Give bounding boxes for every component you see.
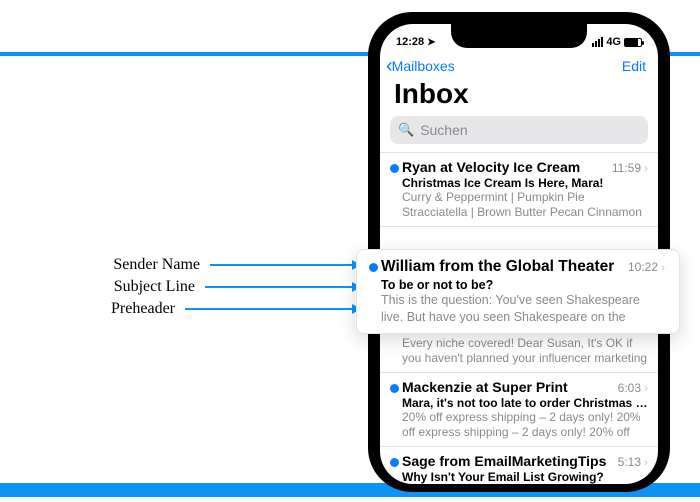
preheader-label: This is the question: You've seen Shakes… — [381, 292, 665, 323]
chevron-right-icon: › — [661, 260, 665, 274]
chevron-right-icon: › — [644, 161, 648, 175]
list-item[interactable]: Ryan at Velocity Ice Cream 11:59 › Chris… — [380, 152, 658, 226]
signal-icon — [592, 37, 603, 47]
back-label: Mailboxes — [392, 58, 455, 74]
subject-label: Why Isn't Your Email List Growing? — [402, 470, 648, 484]
chevron-right-icon: › — [644, 381, 648, 395]
back-button[interactable]: ‹ Mailboxes — [386, 58, 455, 74]
preheader-label: Every niche covered! Dear Susan, It's OK… — [402, 336, 648, 366]
unread-dot-icon — [390, 164, 399, 173]
chevron-right-icon: › — [644, 455, 648, 469]
highlighted-message-card[interactable]: William from the Global Theater 10:22 › … — [356, 249, 680, 334]
arrow-icon — [210, 264, 360, 266]
search-icon: 🔍 — [398, 122, 414, 138]
unread-dot-icon — [369, 263, 378, 272]
list-item[interactable]: Mackenzie at Super Print 6:03 › Mara, it… — [380, 372, 658, 446]
time-label: 10:22 — [628, 260, 658, 274]
annotation-sender-label: Sender Name — [113, 256, 200, 274]
unread-dot-icon — [390, 458, 399, 467]
time-label: 5:13 — [618, 455, 641, 469]
nav-bar: ‹ Mailboxes Edit — [380, 54, 658, 76]
list-item[interactable]: Sage from EmailMarketingTips 5:13 › Why … — [380, 446, 658, 484]
arrow-icon — [205, 286, 360, 288]
unread-dot-icon — [390, 384, 399, 393]
annotation-preheader-label: Preheader — [111, 300, 175, 318]
edit-button[interactable]: Edit — [622, 58, 646, 74]
search-placeholder: Suchen — [420, 122, 467, 138]
network-label: 4G — [606, 36, 621, 48]
arrow-icon — [185, 308, 360, 310]
preheader-label: 20% off express shipping – 2 days only! … — [402, 410, 648, 440]
battery-icon — [624, 38, 642, 47]
time-label: 11:59 — [612, 161, 641, 175]
phone-notch — [451, 24, 587, 48]
subject-label: Mara, it's not too late to order Christm… — [402, 396, 648, 410]
annotation-subject-label: Subject Line — [114, 278, 195, 296]
sender-label: Ryan at Velocity Ice Cream — [402, 159, 580, 175]
search-input[interactable]: 🔍 Suchen — [390, 116, 648, 144]
sender-label: Mackenzie at Super Print — [402, 379, 568, 395]
preheader-label: Curry & Peppermint | Pumpkin Pie Stracci… — [402, 190, 648, 220]
subject-label: Christmas Ice Cream Is Here, Mara! — [402, 176, 648, 190]
subject-label: To be or not to be? — [381, 278, 665, 292]
annotation-group: Sender Name Subject Line Preheader — [0, 254, 360, 320]
page-title: Inbox — [380, 76, 658, 116]
time-label: 6:03 — [618, 381, 641, 395]
location-icon: ➤ — [427, 37, 435, 48]
status-time: 12:28 — [396, 36, 424, 48]
sender-label: Sage from EmailMarketingTips — [402, 453, 606, 469]
sender-label: William from the Global Theater — [381, 258, 614, 276]
